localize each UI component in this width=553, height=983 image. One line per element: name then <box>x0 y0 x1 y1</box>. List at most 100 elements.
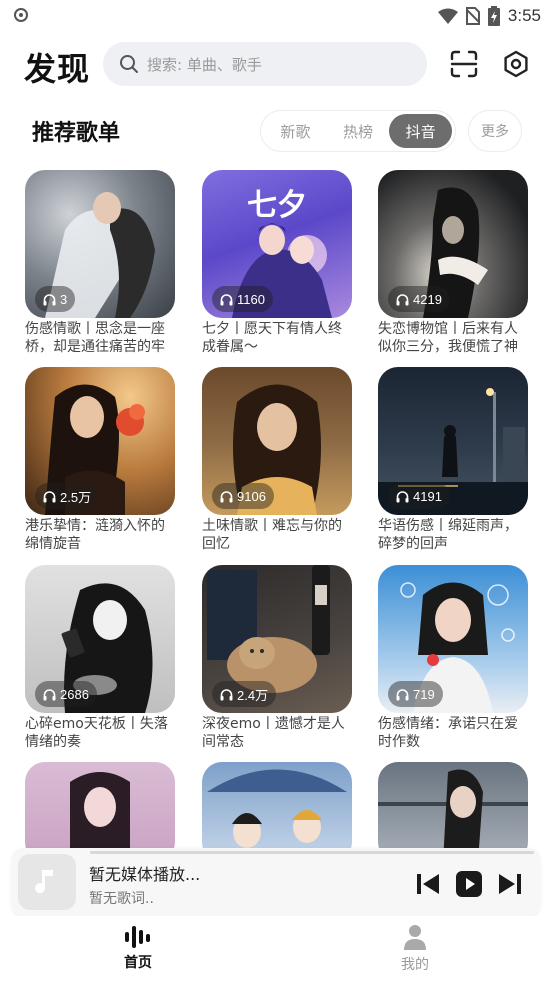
tab-new[interactable]: 新歌 <box>264 114 327 148</box>
more-button[interactable]: 更多 <box>468 110 522 152</box>
play-count: 2686 <box>60 686 89 702</box>
playlist-card[interactable]: 2686 心碎emo天花板丨失落情绪的奏 <box>25 565 175 751</box>
headphones-icon <box>220 688 233 700</box>
cover-illustration <box>207 769 347 848</box>
play-count: 1160 <box>237 291 265 307</box>
play-count-badge: 2.4万 <box>212 681 277 707</box>
player-subtitle: 暂无歌词.. <box>89 891 154 907</box>
music-note-icon <box>35 870 53 894</box>
tab-douyin[interactable]: 抖音 <box>389 114 453 148</box>
headphones-icon <box>396 688 409 700</box>
search-placeholder: 搜索: 单曲、歌手 <box>147 55 262 74</box>
headphones-icon <box>43 490 56 502</box>
status-icons: 3:55 <box>437 4 541 28</box>
gear-icon <box>504 50 528 78</box>
play-button[interactable] <box>455 870 483 898</box>
playlist-card[interactable] <box>378 762 528 862</box>
play-count: 2.4万 <box>237 687 269 703</box>
playlist-card[interactable]: 2.4万 深夜emo丨遗憾才是人间常态 <box>202 565 352 751</box>
previous-button[interactable] <box>414 870 442 898</box>
skip-next-icon <box>499 874 521 894</box>
cover-text: 七夕 <box>247 188 307 223</box>
player-progress-track <box>90 851 534 854</box>
playlist-cover: 2.4万 <box>202 565 352 713</box>
playlist-cover: 9106 <box>202 367 352 515</box>
section-title: 推荐歌单 <box>32 121 121 146</box>
next-button[interactable] <box>496 870 524 898</box>
play-count: 3 <box>60 291 68 307</box>
notification-dot-icon <box>14 8 28 22</box>
headphones-icon <box>43 293 56 305</box>
playlist-title: 失恋博物馆丨后来有人似你三分，我便慌了神 <box>378 321 518 355</box>
cover-illustration <box>378 769 528 862</box>
playlist-title: 华语伤感丨绵延雨声，碎梦的回声 <box>378 518 518 552</box>
playlist-cover <box>202 762 352 862</box>
playlist-title: 伤感情歌丨思念是一座桥，却是通往痛苦的牢 <box>25 321 165 355</box>
headphones-icon <box>220 490 233 502</box>
headphones-icon <box>396 490 409 502</box>
cover-illustration <box>70 772 130 862</box>
play-count: 719 <box>413 686 435 702</box>
playlist-cover: 4191 <box>378 367 528 515</box>
player-artwork <box>18 854 76 910</box>
player-title: 暂无媒体播放... <box>89 865 201 884</box>
playlist-cover: 4219 <box>378 170 528 318</box>
skip-previous-icon <box>417 874 439 894</box>
playlist-cover: 七夕 1160 <box>202 170 352 318</box>
playlist-card[interactable]: 2.5万 港乐挚情：涟漪入怀的绵情旋音 <box>25 367 175 553</box>
status-time: 3:55 <box>507 6 541 25</box>
search-icon <box>120 55 138 73</box>
mini-player[interactable]: 暂无媒体播放... 暂无歌词.. <box>12 848 540 916</box>
playlist-cover: 2.5万 <box>25 367 175 515</box>
headphones-icon <box>43 688 56 700</box>
scan-icon <box>450 50 478 78</box>
play-icon <box>456 871 482 897</box>
playlist-cover <box>378 762 528 862</box>
playlist-cover <box>25 762 175 862</box>
playlist-card[interactable]: 七夕 1160 七夕丨愿天下有情人终成眷属～ <box>202 170 352 356</box>
tab-hot[interactable]: 热榜 <box>327 114 390 148</box>
battery-icon <box>487 6 500 26</box>
play-count: 4219 <box>413 291 442 307</box>
playlist-title: 深夜emo丨遗憾才是人间常态 <box>202 716 345 750</box>
play-count: 4191 <box>413 488 442 504</box>
playlist-title: 伤感情绪：承诺只在爱时作数 <box>378 716 518 750</box>
playlist-card[interactable]: 3 伤感情歌丨思念是一座桥，却是通往痛苦的牢 <box>25 170 175 356</box>
header: 发现 搜索: 单曲、歌手 <box>0 38 553 90</box>
play-count-badge: 2686 <box>35 681 97 707</box>
playlist-card[interactable]: 719 伤感情绪：承诺只在爱时作数 <box>378 565 528 751</box>
play-count-badge: 719 <box>388 681 443 707</box>
headphones-icon <box>220 293 233 305</box>
search-input[interactable]: 搜索: 单曲、歌手 <box>103 42 427 86</box>
status-bar: 3:55 <box>0 0 553 32</box>
nav-item-profile[interactable]: 我的 <box>375 924 455 974</box>
playlist-card[interactable]: 4191 华语伤感丨绵延雨声，碎梦的回声 <box>378 367 528 553</box>
scan-button[interactable] <box>448 48 480 80</box>
playlist-card[interactable]: 4219 失恋博物馆丨后来有人似你三分，我便慌了神 <box>378 170 528 356</box>
playlist-card[interactable] <box>202 762 352 862</box>
headphones-icon <box>396 293 409 305</box>
nav-label-home: 首页 <box>124 955 152 971</box>
playlist-card[interactable]: 9106 土味情歌丨难忘与你的回忆 <box>202 367 352 553</box>
playlist-title: 土味情歌丨难忘与你的回忆 <box>202 518 342 552</box>
play-count-badge: 1160 <box>212 286 273 312</box>
sound-wave-icon <box>125 926 150 948</box>
playlist-cover: 3 <box>25 170 175 318</box>
nav-item-home[interactable]: 首页 <box>98 924 178 972</box>
playlist-title: 七夕丨愿天下有情人终成眷属～ <box>202 321 342 355</box>
user-icon <box>404 925 426 950</box>
no-sim-icon <box>465 7 480 25</box>
bottom-nav: 首页 我的 <box>0 916 553 983</box>
play-count: 9106 <box>237 488 266 504</box>
settings-button[interactable] <box>500 48 532 80</box>
play-count: 2.5万 <box>60 489 92 505</box>
page-title: 发现 <box>24 50 91 88</box>
play-count-badge: 4219 <box>388 286 450 312</box>
nav-label-profile: 我的 <box>401 957 429 973</box>
playlist-cover: 2686 <box>25 565 175 713</box>
play-count-badge: 2.5万 <box>35 483 100 509</box>
play-count-badge: 3 <box>35 286 76 312</box>
playlist-card[interactable] <box>25 762 175 862</box>
play-count-badge: 4191 <box>388 483 450 509</box>
playlist-title: 港乐挚情：涟漪入怀的绵情旋音 <box>25 518 165 552</box>
